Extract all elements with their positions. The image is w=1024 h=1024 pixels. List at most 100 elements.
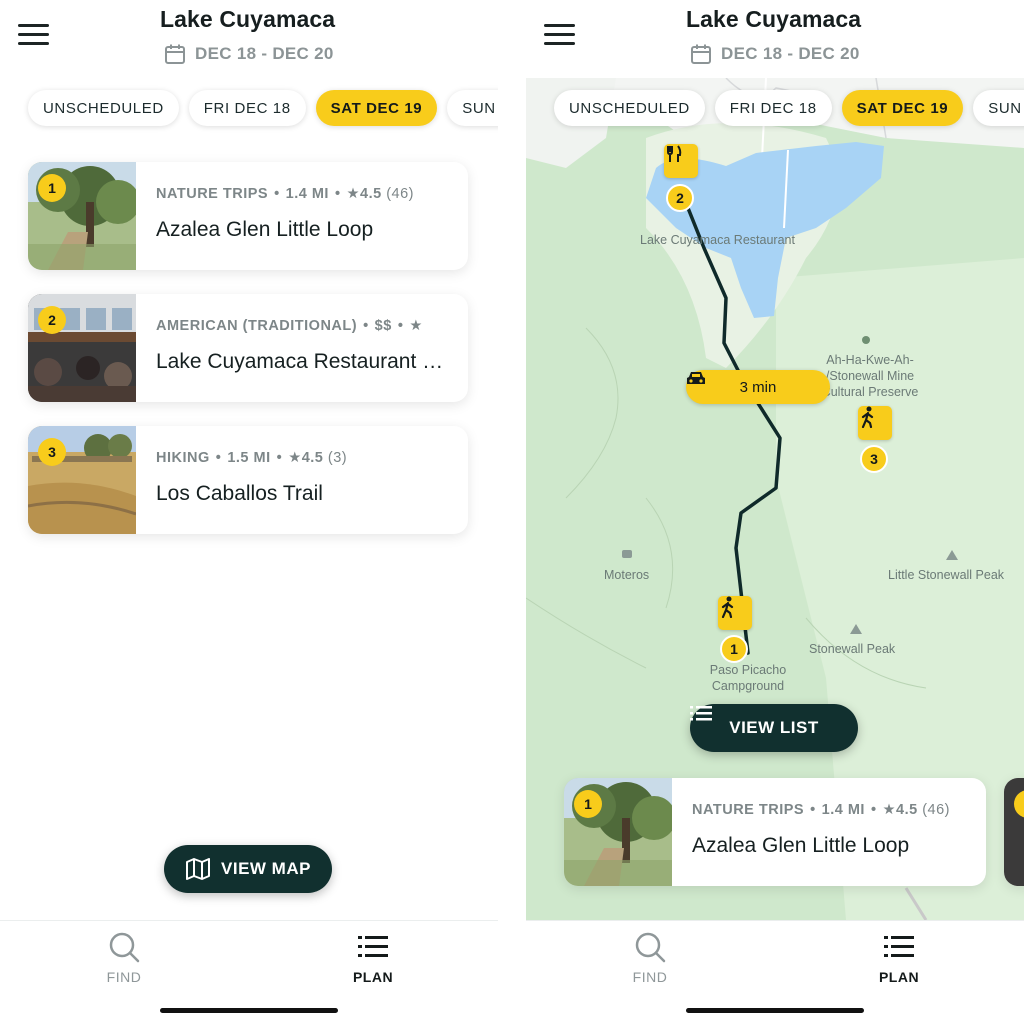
search-icon — [109, 932, 140, 963]
car-icon — [687, 372, 705, 384]
map-label-preserve: Ah-Ha-Kwe-Ah- /Stonewall Mine Cultural P… — [821, 353, 919, 399]
tab-sat-dec-19[interactable]: SAT DEC 19 — [315, 90, 438, 126]
hiker-icon — [721, 596, 734, 618]
card-title: Azalea Glen Little Loop — [156, 218, 374, 241]
date-range[interactable]: DEC 18 - DEC 20 — [164, 43, 334, 65]
card-meta: HIKING • 1.5 MI • ★4.5 (3) — [156, 450, 348, 466]
view-list-label: VIEW LIST — [729, 718, 819, 737]
view-map-label: VIEW MAP — [221, 859, 311, 878]
hiker-icon — [861, 406, 874, 428]
map-marker-hiking[interactable] — [718, 596, 752, 630]
day-tabs: UNSCHEDULED FRI DEC 18 SAT DEC 19 SUN DE… — [28, 90, 498, 126]
home-indicator — [160, 1008, 338, 1013]
card-title: Lake Cuyamaca Restaurant and Tavern — [156, 350, 451, 373]
card-photo: 2 — [28, 294, 136, 402]
card-price: $$ — [374, 318, 392, 334]
nav-find-label: FIND — [632, 969, 668, 985]
map-label-restaurant: Lake Cuyamaca Restaurant — [640, 233, 795, 247]
card-rating: ★4.5 — [882, 802, 918, 818]
nav-find[interactable]: FIND — [84, 931, 164, 985]
screen-gap — [498, 0, 526, 1024]
card-review-count: (3) — [327, 450, 348, 466]
map-marker-number[interactable]: 2 — [666, 184, 694, 212]
card-category: NATURE TRIPS — [156, 186, 269, 202]
tab-unscheduled[interactable]: UNSCHEDULED — [554, 90, 705, 126]
card-category: HIKING — [156, 450, 210, 466]
menu-icon[interactable] — [18, 22, 50, 46]
itinerary-card[interactable]: 1 NATURE TRIPS • 1.4 MI • ★4.5 (46) Azalea G… — [28, 162, 468, 270]
calendar-icon — [691, 44, 711, 64]
nav-plan-label: PLAN — [352, 969, 394, 985]
page-title: Lake Cuyamaca — [160, 6, 336, 32]
map-screen: Lake Cuyamaca Restaurant Ah-Ha-Kwe-Ah- /… — [526, 0, 1024, 1024]
date-range-text: DEC 18 - DEC 20 — [195, 44, 334, 63]
home-indicator — [686, 1008, 864, 1013]
map-itinerary-card-next[interactable]: 2 — [1004, 778, 1024, 886]
card-number-badge: 2 — [1014, 790, 1024, 818]
view-map-button[interactable]: VIEW MAP — [164, 845, 332, 893]
card-number-badge: 1 — [38, 174, 66, 202]
card-rating: ★ — [409, 318, 423, 334]
map-marker-restaurant[interactable] — [664, 144, 698, 178]
map-label-stonewall-peak: Stonewall Peak — [809, 642, 896, 656]
drive-time-pill[interactable]: 3 min — [686, 370, 830, 404]
list-icon — [358, 936, 388, 957]
nav-find[interactable]: FIND — [610, 931, 690, 985]
list-screen: Lake Cuyamaca DEC 18 - DEC 20 UNSCHEDULE… — [0, 0, 498, 1024]
card-title: Azalea Glen Little Loop — [692, 834, 910, 857]
card-meta: NATURE TRIPS • 1.4 MI • ★4.5 (46) — [692, 802, 951, 818]
card-distance: 1.4 MI — [285, 186, 329, 202]
map-marker-number[interactable]: 3 — [860, 445, 888, 473]
map-itinerary-card[interactable]: 1 NATURE TRIPS • 1.4 MI • ★4.5 (46) Azalea G… — [564, 778, 986, 886]
card-category: NATURE TRIPS — [692, 802, 805, 818]
page-title: Lake Cuyamaca — [686, 6, 862, 32]
card-photo: 1 — [28, 162, 136, 270]
list-icon — [884, 936, 914, 957]
card-title: Los Caballos Trail — [156, 482, 323, 505]
card-rating: ★4.5 — [288, 450, 324, 466]
nav-plan-label: PLAN — [878, 969, 920, 985]
card-distance: 1.5 MI — [227, 450, 271, 466]
map-marker-number[interactable]: 1 — [720, 635, 748, 663]
map-label-moteros: Moteros — [604, 568, 650, 582]
map-icon — [186, 858, 211, 880]
list-icon — [690, 706, 712, 721]
card-photo: 2 — [1004, 778, 1024, 886]
date-range-text: DEC 18 - DEC 20 — [721, 44, 860, 63]
fork-knife-icon — [667, 145, 682, 162]
nav-find-label: FIND — [106, 969, 142, 985]
card-number-badge: 3 — [38, 438, 66, 466]
tab-sat-dec-19[interactable]: SAT DEC 19 — [841, 90, 964, 126]
card-number-badge: 2 — [38, 306, 66, 334]
tab-sun-dec-20[interactable]: SUN DEC 20 — [973, 90, 1024, 126]
map-view[interactable]: Lake Cuyamaca Restaurant Ah-Ha-Kwe-Ah- /… — [526, 78, 1024, 920]
map-label-little-stonewall-peak: Little Stonewall Peak — [888, 568, 1005, 582]
card-review-count: (46) — [386, 186, 415, 202]
nav-plan[interactable]: PLAN — [333, 931, 413, 985]
tab-sun-dec-20[interactable]: SUN DEC 20 — [447, 90, 498, 126]
card-photo: 3 — [28, 426, 136, 534]
calendar-icon — [165, 44, 185, 64]
card-photo: 1 — [564, 778, 672, 886]
map-label-campground: Paso Picacho Campground — [709, 663, 787, 693]
card-review-count: (46) — [922, 802, 951, 818]
card-category: AMERICAN (TRADITIONAL) — [156, 318, 358, 334]
card-number-badge: 1 — [574, 790, 602, 818]
itinerary-card[interactable]: 2 AMERICAN (TRADITIONAL) • $$ • ★ Lake Cuyam… — [28, 294, 468, 402]
tab-unscheduled[interactable]: UNSCHEDULED — [28, 90, 179, 126]
card-distance: 1.4 MI — [821, 802, 865, 818]
day-tabs: UNSCHEDULED FRI DEC 18 SAT DEC 19 SUN DE… — [554, 90, 1024, 126]
tab-fri-dec-18[interactable]: FRI DEC 18 — [714, 90, 832, 126]
map-marker-hiking[interactable] — [858, 406, 892, 440]
nav-plan[interactable]: PLAN — [859, 931, 939, 985]
itinerary-card[interactable]: 3 HIKING • 1.5 MI • ★4.5 (3) Los Caballos Tr… — [28, 426, 468, 534]
card-rating: ★4.5 — [346, 186, 382, 202]
view-list-button[interactable]: VIEW LIST — [690, 704, 858, 752]
card-meta: NATURE TRIPS • 1.4 MI • ★4.5 (46) — [156, 186, 415, 202]
drive-time-label: 3 min — [739, 378, 777, 396]
search-icon — [635, 932, 666, 963]
tab-fri-dec-18[interactable]: FRI DEC 18 — [188, 90, 306, 126]
date-range[interactable]: DEC 18 - DEC 20 — [690, 43, 860, 65]
card-meta: AMERICAN (TRADITIONAL) • $$ • ★ — [156, 318, 423, 334]
menu-icon[interactable] — [544, 22, 576, 46]
